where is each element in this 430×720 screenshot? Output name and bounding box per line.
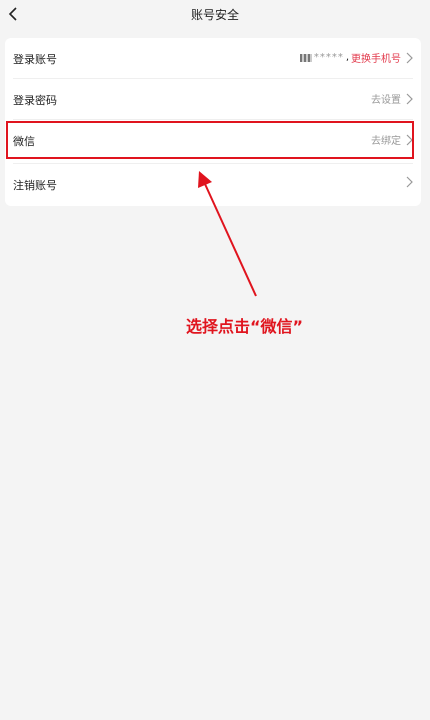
login-password-value: 去设置 <box>371 91 413 106</box>
change-phone-link[interactable]: 更换手机号 <box>351 50 401 65</box>
chevron-right-icon <box>406 176 413 188</box>
chevron-right-icon <box>406 52 413 63</box>
login-account-row[interactable]: 登录账号 ***** , 更换手机号 <box>5 38 421 78</box>
login-password-row[interactable]: 登录密码 去设置 <box>5 79 421 119</box>
chevron-right-icon <box>406 93 413 104</box>
annotation-text: 选择点击“微信” <box>186 317 304 336</box>
navigation-bar: 账号安全 <box>0 0 430 30</box>
masked-phone-number: ***** <box>299 52 344 63</box>
login-account-label: 登录账号 <box>13 53 57 66</box>
masked-digits: ***** <box>313 52 344 63</box>
value-separator: , <box>345 52 349 63</box>
login-account-value: ***** , 更换手机号 <box>299 50 413 65</box>
cancel-account-label: 注销账号 <box>13 179 57 192</box>
set-password-text: 去设置 <box>371 95 401 106</box>
cancel-account-value <box>401 176 413 188</box>
wechat-highlight-box <box>6 121 414 159</box>
login-password-label: 登录密码 <box>13 94 57 107</box>
page-title: 账号安全 <box>190 8 239 22</box>
mosaic-block <box>299 53 312 62</box>
cancel-account-row[interactable]: 注销账号 <box>5 164 421 204</box>
